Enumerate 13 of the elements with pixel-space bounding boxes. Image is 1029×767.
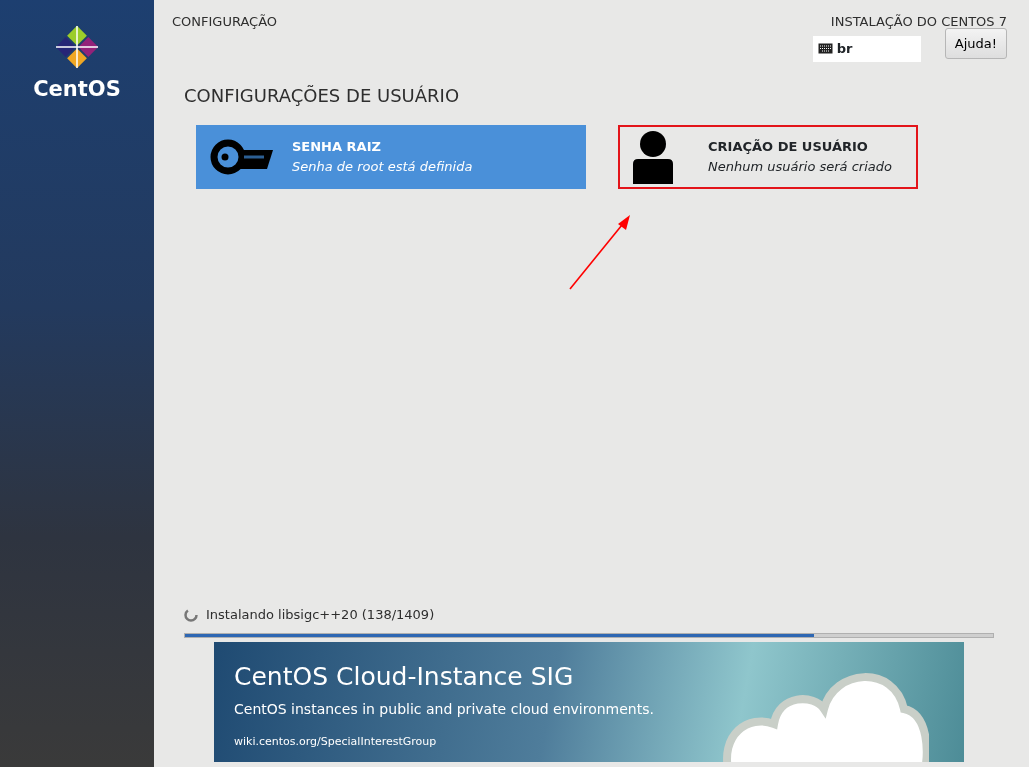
spoke-title: SENHA RAIZ xyxy=(292,138,382,156)
spoke-status: Nenhum usuário será criado xyxy=(708,157,892,176)
keyboard-layout-indicator[interactable]: br xyxy=(812,35,921,62)
page-title: CONFIGURAÇÃO xyxy=(172,13,278,31)
spoke-title: CRIAÇÃO DE USUÁRIO xyxy=(708,138,869,156)
banner-title: CentOS Cloud-Instance SIG xyxy=(234,660,575,693)
banner-subtitle: CentOS instances in public and private cloud environments. xyxy=(234,700,655,719)
section-heading: CONFIGURAÇÕES DE USUÁRIO xyxy=(184,83,461,108)
help-button[interactable]: Ajuda! xyxy=(944,27,1007,59)
spoke-status: Senha de root está definida xyxy=(292,157,473,176)
settings-spoke[interactable]: CRIAÇÃO DE USUÁRIO Nenhum usuário será criado xyxy=(618,124,918,189)
logo-text: CentOS xyxy=(33,76,121,103)
progress-status: Instalando libsigc++20 (138/1409) xyxy=(206,606,435,624)
